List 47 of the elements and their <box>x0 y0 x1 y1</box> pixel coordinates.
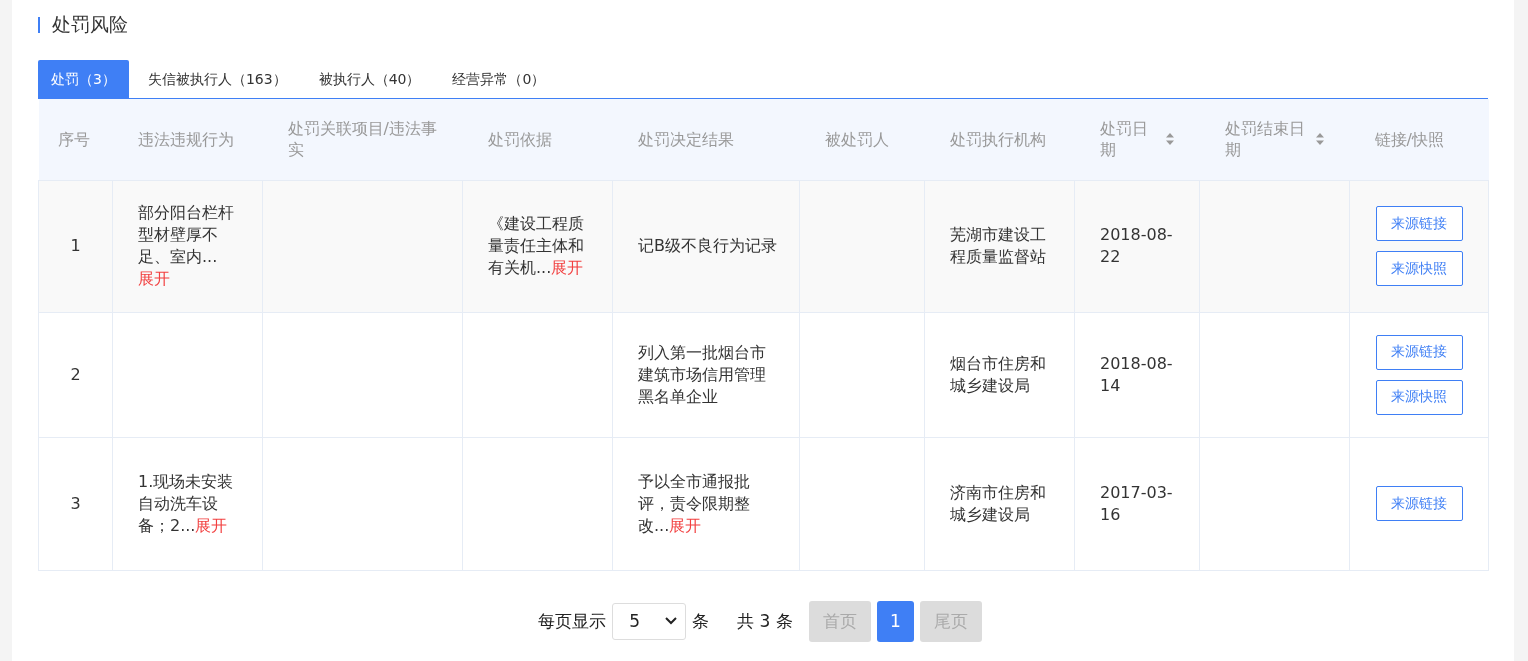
per-page-select[interactable]: 5 <box>612 602 687 640</box>
table-cell: 列入第一批烟台市建筑市场信用管理黑名单企业 <box>612 312 800 437</box>
source-button[interactable]: 来源链接 <box>1375 206 1463 241</box>
table-cell: 2018-08-22 <box>1074 180 1200 312</box>
source-button[interactable]: 来源快照 <box>1375 251 1463 286</box>
table-cell: 1 <box>38 180 113 312</box>
column-header: 处罚日期 <box>1074 99 1200 180</box>
column-header: 处罚结束日期 <box>1199 99 1350 180</box>
tab[interactable]: 经营异常（0） <box>439 60 559 98</box>
column-header: 处罚依据 <box>462 99 613 180</box>
table-cell: 2 <box>38 312 113 437</box>
expand-link[interactable]: 展开 <box>138 269 170 288</box>
column-header: 处罚执行机构 <box>924 99 1075 180</box>
total-count: 共 3 条 <box>737 609 793 633</box>
page-button[interactable]: 1 <box>876 600 914 642</box>
table-cell: 予以全市通报批评，责令限期整改...展开 <box>612 437 800 570</box>
sort-icon[interactable] <box>1314 132 1325 147</box>
expand-link[interactable]: 展开 <box>669 515 702 535</box>
table-cell: 济南市住房和城乡建设局 <box>924 437 1075 570</box>
table-cell: 烟台市住房和城乡建设局 <box>924 312 1075 437</box>
tab[interactable]: 被执行人（40） <box>305 60 434 98</box>
column-header: 违法违规行为 <box>112 99 263 180</box>
table-cell: 部分阳台栏杆型材壁厚不足、室内... 展开 <box>112 180 263 312</box>
source-button[interactable]: 来源链接 <box>1375 486 1463 521</box>
section-title: 处罚风险 <box>52 12 128 37</box>
unit-label: 条 <box>692 609 710 633</box>
table-cell: 芜湖市建设工程质量监督站 <box>924 180 1075 312</box>
table-cell: 记B级不良行为记录 <box>612 180 800 312</box>
expand-link[interactable]: 展开 <box>551 258 584 277</box>
expand-link[interactable]: 展开 <box>195 515 228 535</box>
column-header: 处罚决定结果 <box>612 99 800 180</box>
column-header: 被处罚人 <box>799 99 925 180</box>
column-header: 处罚关联项目/违法事实 <box>262 99 463 180</box>
tab[interactable]: 失信被执行人（163） <box>134 60 300 98</box>
table-cell: 1.现场未安装自动洗车设备；2...展开 <box>112 437 263 570</box>
table-cell: 2017-03-16 <box>1074 437 1200 570</box>
table-cell: 2018-08-14 <box>1074 312 1200 437</box>
column-header: 链接/快照 <box>1349 99 1489 180</box>
sort-icon[interactable] <box>1164 132 1175 147</box>
source-button[interactable]: 来源链接 <box>1375 334 1463 370</box>
tab[interactable]: 处罚（3） <box>38 60 129 98</box>
table-cell: 《建设工程质量责任主体和有关机...展开 <box>462 180 613 312</box>
column-header: 序号 <box>38 99 113 180</box>
per-page-label: 每页显示 <box>538 609 607 633</box>
source-button[interactable]: 来源快照 <box>1375 379 1463 415</box>
chevron-down-icon <box>665 617 678 625</box>
table-cell: 3 <box>38 437 113 570</box>
